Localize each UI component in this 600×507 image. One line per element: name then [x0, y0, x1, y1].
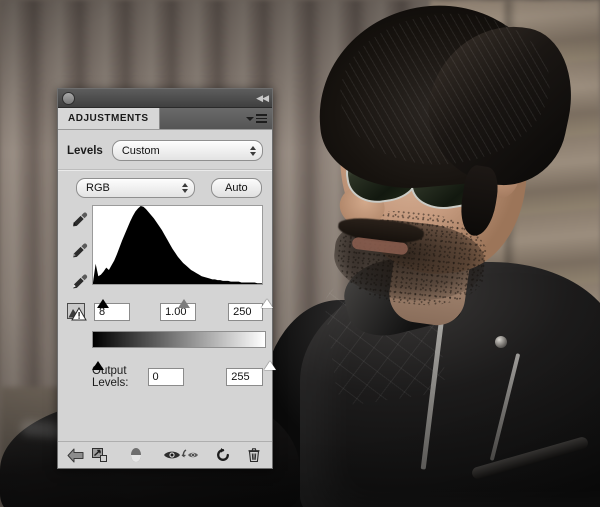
- panel-body: Levels Custom RGB Auto: [58, 130, 272, 389]
- channel-select-value: RGB: [86, 182, 110, 194]
- levels-preset-row: Levels Custom: [67, 140, 263, 161]
- back-arrow-icon[interactable]: [66, 445, 85, 465]
- eyedropper-tool-column: [67, 205, 92, 290]
- set-white-point-eyedropper[interactable]: [71, 273, 88, 290]
- output-levels-gradient: [92, 331, 266, 348]
- eye-with-arrow-icon[interactable]: [181, 445, 201, 465]
- eye-icon[interactable]: [162, 445, 181, 465]
- levels-preset-select[interactable]: Custom: [112, 140, 263, 161]
- jacket-snap-button: [495, 336, 507, 348]
- panel-grip-dot-icon: [62, 92, 75, 105]
- tab-bar-filler: [160, 108, 272, 129]
- panel-divider: [58, 169, 272, 171]
- input-levels-row: 8 1.00 250: [67, 302, 263, 322]
- input-level-sliders: [92, 286, 263, 299]
- trash-icon[interactable]: [245, 445, 264, 465]
- stepper-arrows-icon: [250, 146, 256, 156]
- adjustments-panel: ◀◀ ADJUSTMENTS Levels Custom: [57, 88, 273, 469]
- output-level-sliders: [92, 348, 266, 361]
- channel-select[interactable]: RGB: [76, 178, 195, 198]
- histogram-plot: [93, 206, 262, 284]
- histogram-column: [92, 205, 263, 299]
- panel-tab-bar: ADJUSTMENTS: [58, 108, 272, 130]
- half-circle-icon[interactable]: [127, 445, 146, 465]
- reset-circular-arrow-icon[interactable]: [213, 445, 232, 465]
- set-black-point-eyedropper[interactable]: [71, 211, 88, 228]
- tab-adjustments[interactable]: ADJUSTMENTS: [58, 108, 160, 129]
- output-black-field[interactable]: 0: [148, 368, 185, 386]
- channel-row: RGB Auto: [76, 178, 263, 198]
- levels-histogram[interactable]: [92, 205, 263, 285]
- input-white-field[interactable]: 250: [228, 303, 263, 321]
- auto-button-label: Auto: [225, 182, 248, 194]
- set-gray-point-eyedropper[interactable]: [71, 242, 88, 259]
- levels-preset-value: Custom: [122, 145, 160, 157]
- clipping-warning-icon[interactable]: [67, 302, 89, 322]
- output-levels-row: Output Levels: 0 255: [92, 365, 263, 389]
- stepper-arrows-icon: [182, 183, 188, 193]
- auto-button[interactable]: Auto: [211, 178, 262, 198]
- tab-adjustments-label: ADJUSTMENTS: [68, 113, 149, 124]
- clip-to-layer-icon[interactable]: [91, 445, 110, 465]
- screenshot-stage: ◀◀ ADJUSTMENTS Levels Custom: [0, 0, 600, 507]
- levels-preset-label: Levels: [67, 145, 103, 157]
- panel-footer-toolbar: [58, 441, 272, 468]
- collapse-double-arrow-icon[interactable]: ◀◀: [256, 94, 268, 103]
- histogram-area: [67, 205, 263, 299]
- panel-title-bar[interactable]: ◀◀: [58, 89, 272, 108]
- panel-menu-icon[interactable]: [246, 114, 267, 123]
- output-white-field[interactable]: 255: [226, 368, 263, 386]
